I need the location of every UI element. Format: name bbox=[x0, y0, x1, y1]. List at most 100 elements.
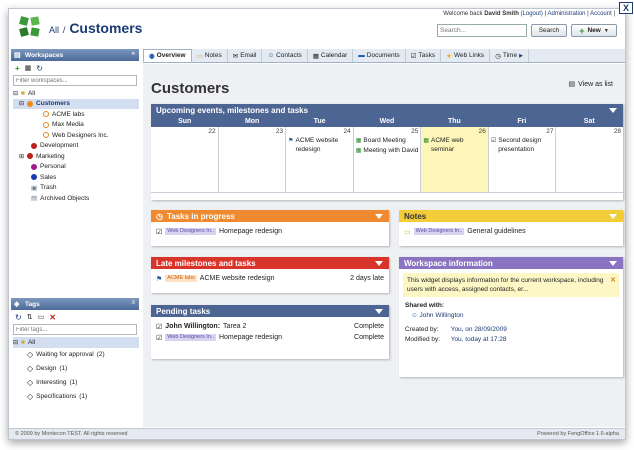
account-link[interactable]: Account bbox=[590, 11, 612, 17]
edit-icon[interactable]: ▦ bbox=[25, 64, 32, 72]
tree-node-acme[interactable]: ACME labs bbox=[13, 109, 139, 120]
sort-icon[interactable]: ⇅ bbox=[27, 313, 33, 321]
breadcrumb-root[interactable]: All bbox=[49, 25, 59, 35]
tree-node-trash[interactable]: ▣ Trash bbox=[13, 183, 139, 194]
calendar-cell[interactable]: 24 ⚑ ACME website redesign bbox=[286, 127, 354, 193]
tag-node-all[interactable]: ⊟ ■ All bbox=[13, 337, 139, 348]
calendar-event[interactable]: ▦ Meeting with David bbox=[356, 147, 419, 156]
tree-node-customers[interactable]: ⊟ Customers bbox=[13, 98, 139, 109]
tag-node[interactable]: ◇ Design (1) bbox=[13, 362, 139, 376]
tree-node-development[interactable]: Development bbox=[13, 141, 139, 152]
collapse-triangle-icon[interactable] bbox=[609, 108, 617, 113]
pending-row[interactable]: ☑ Web Designers In.. Homepage redesign C… bbox=[151, 332, 389, 343]
administration-link[interactable]: Administration bbox=[547, 11, 585, 17]
calendar-cell[interactable]: 28 bbox=[556, 127, 624, 193]
shared-user-link[interactable]: John Willington bbox=[419, 312, 463, 319]
calendar-cell[interactable]: 27 ☑ Second design presentation bbox=[488, 127, 557, 193]
workspace-chip[interactable]: ACME labs bbox=[165, 275, 197, 282]
tab-time[interactable]: ◷ Time ▶ bbox=[490, 49, 529, 62]
tree-node-all[interactable]: ⊟ ■ All bbox=[13, 88, 139, 99]
day-number: 28 bbox=[613, 128, 622, 135]
collapse-triangle-icon[interactable] bbox=[375, 261, 383, 266]
tree-node-sales[interactable]: Sales bbox=[13, 172, 139, 183]
search-button[interactable]: Search bbox=[531, 24, 567, 37]
tab-documents[interactable]: ▬ Documents bbox=[353, 49, 406, 62]
calendar-cell[interactable]: 22 bbox=[151, 127, 219, 193]
modified-value[interactable]: You, today at 17:28 bbox=[451, 336, 507, 343]
tag-node[interactable]: ◇ Interesting (1) bbox=[13, 376, 139, 390]
workspace-color-icon bbox=[31, 142, 37, 149]
expand-icon[interactable]: ⊟ bbox=[13, 90, 18, 97]
search-input[interactable] bbox=[437, 24, 527, 37]
task-label: Tarea 2 bbox=[223, 323, 247, 330]
tab-weblinks[interactable]: ★ Web Links bbox=[441, 49, 491, 62]
refresh-icon[interactable]: ↻ bbox=[36, 64, 43, 73]
workspace-chip[interactable]: Web Designers In.. bbox=[165, 228, 216, 235]
tab-tasks[interactable]: ☑ Tasks bbox=[406, 49, 442, 62]
tag-node[interactable]: ◇ Waiting for approval (2) bbox=[13, 348, 139, 362]
tree-node-maxmedia[interactable]: Max Media bbox=[13, 120, 139, 131]
note-row[interactable]: ▭ Web Designers In.. General guidelines bbox=[399, 226, 623, 237]
tree-node-marketing[interactable]: ⊞ Marketing bbox=[13, 151, 139, 162]
calendar-cell[interactable]: 25 ▦ Board Meeting ▦ Meeting with David bbox=[353, 127, 422, 193]
collapse-triangle-icon[interactable] bbox=[375, 214, 383, 219]
expand-icon[interactable]: ⊟ bbox=[19, 100, 24, 107]
day-header: Tue bbox=[313, 118, 326, 125]
tag-node[interactable]: ◇ Specifications (1) bbox=[13, 390, 139, 404]
tab-calendar[interactable]: ▦ Calendar bbox=[308, 49, 354, 62]
tree-node-archived[interactable]: ▤ Archived Objects bbox=[13, 193, 139, 204]
task-row[interactable]: ☑ Web Designers In.. Homepage redesign bbox=[151, 226, 389, 237]
calendar-event[interactable]: ▦ Board Meeting bbox=[356, 137, 419, 146]
created-value[interactable]: You, on 28/09/2009 bbox=[451, 326, 507, 333]
tab-label: Notes bbox=[204, 52, 222, 59]
workspaces-filter-input[interactable] bbox=[13, 75, 137, 86]
rename-icon[interactable]: ▭ bbox=[38, 313, 45, 321]
info-message: This widget displays information for the… bbox=[403, 273, 619, 297]
tab-label: Email bbox=[240, 52, 257, 59]
workspaces-tree: ⊟ ■ All ⊟ Customers ACME labs Max Media … bbox=[11, 86, 139, 204]
tree-label: Development bbox=[40, 142, 79, 150]
calendar-event[interactable]: ⚑ ACME website redesign bbox=[288, 137, 351, 154]
tree-label: Web Designers Inc. bbox=[52, 131, 109, 139]
refresh-icon[interactable]: ↻ bbox=[15, 313, 22, 322]
calendar-widget: Upcoming events, milestones and tasks Su… bbox=[151, 104, 624, 200]
collapse-triangle-icon[interactable] bbox=[609, 214, 617, 219]
complete-link[interactable]: Complete bbox=[354, 334, 384, 341]
delete-icon[interactable]: ✕ bbox=[49, 313, 56, 322]
add-icon[interactable]: + bbox=[15, 64, 20, 73]
workspace-color-icon bbox=[27, 153, 34, 160]
collapse-triangle-icon[interactable] bbox=[609, 261, 617, 266]
calendar-event[interactable]: ☑ Second design presentation bbox=[491, 137, 554, 154]
new-button[interactable]: + New ▼ bbox=[571, 24, 617, 37]
workspace-chip[interactable]: Web Designers In.. bbox=[165, 334, 216, 341]
late-row[interactable]: ⚑ ACME labs ACME website redesign 2 days… bbox=[151, 273, 389, 284]
collapse-icon[interactable]: « bbox=[132, 51, 135, 57]
shared-user-row[interactable]: ☺ John Willington bbox=[399, 311, 623, 321]
calendar-cell[interactable]: 23 bbox=[218, 127, 287, 193]
tree-node-personal[interactable]: Personal bbox=[13, 162, 139, 173]
expand-icon[interactable]: ⊞ bbox=[19, 153, 24, 160]
view-as-list-button[interactable]: ▤ View as list bbox=[568, 80, 613, 89]
dismiss-icon[interactable]: ✕ bbox=[610, 276, 616, 285]
logout-link[interactable]: (Logout) bbox=[521, 11, 543, 17]
pending-row[interactable]: ☑ John Willington: Tarea 2 Complete bbox=[151, 321, 389, 332]
tab-email[interactable]: ✉ Email bbox=[228, 49, 263, 62]
clock-icon: ◷ bbox=[495, 52, 501, 60]
calendar-event[interactable]: ▦ ACME web seminar bbox=[423, 137, 486, 154]
tree-node-webdesigners[interactable]: Web Designers Inc. bbox=[13, 130, 139, 141]
close-icon[interactable]: X bbox=[619, 2, 633, 14]
tab-overview[interactable]: ◉ Overview bbox=[143, 49, 192, 62]
collapse-icon[interactable]: ≡ bbox=[131, 300, 135, 306]
expand-icon[interactable]: ⊟ bbox=[13, 339, 18, 346]
day-header: Sun bbox=[178, 118, 192, 125]
chevron-down-icon: ▼ bbox=[603, 27, 609, 34]
workspace-chip[interactable]: Web Designers In.. bbox=[413, 228, 465, 235]
complete-link[interactable]: Complete bbox=[354, 323, 384, 330]
chevron-right-icon[interactable]: ▶ bbox=[519, 53, 523, 59]
tags-filter-input[interactable] bbox=[13, 324, 137, 335]
late-milestones-title: Late milestones and tasks bbox=[156, 258, 256, 268]
tab-notes[interactable]: ▭ Notes bbox=[192, 49, 228, 62]
tab-contacts[interactable]: ☺ Contacts bbox=[262, 49, 308, 62]
collapse-triangle-icon[interactable] bbox=[375, 309, 383, 314]
calendar-cell-today[interactable]: 26 ▦ ACME web seminar bbox=[421, 127, 489, 193]
